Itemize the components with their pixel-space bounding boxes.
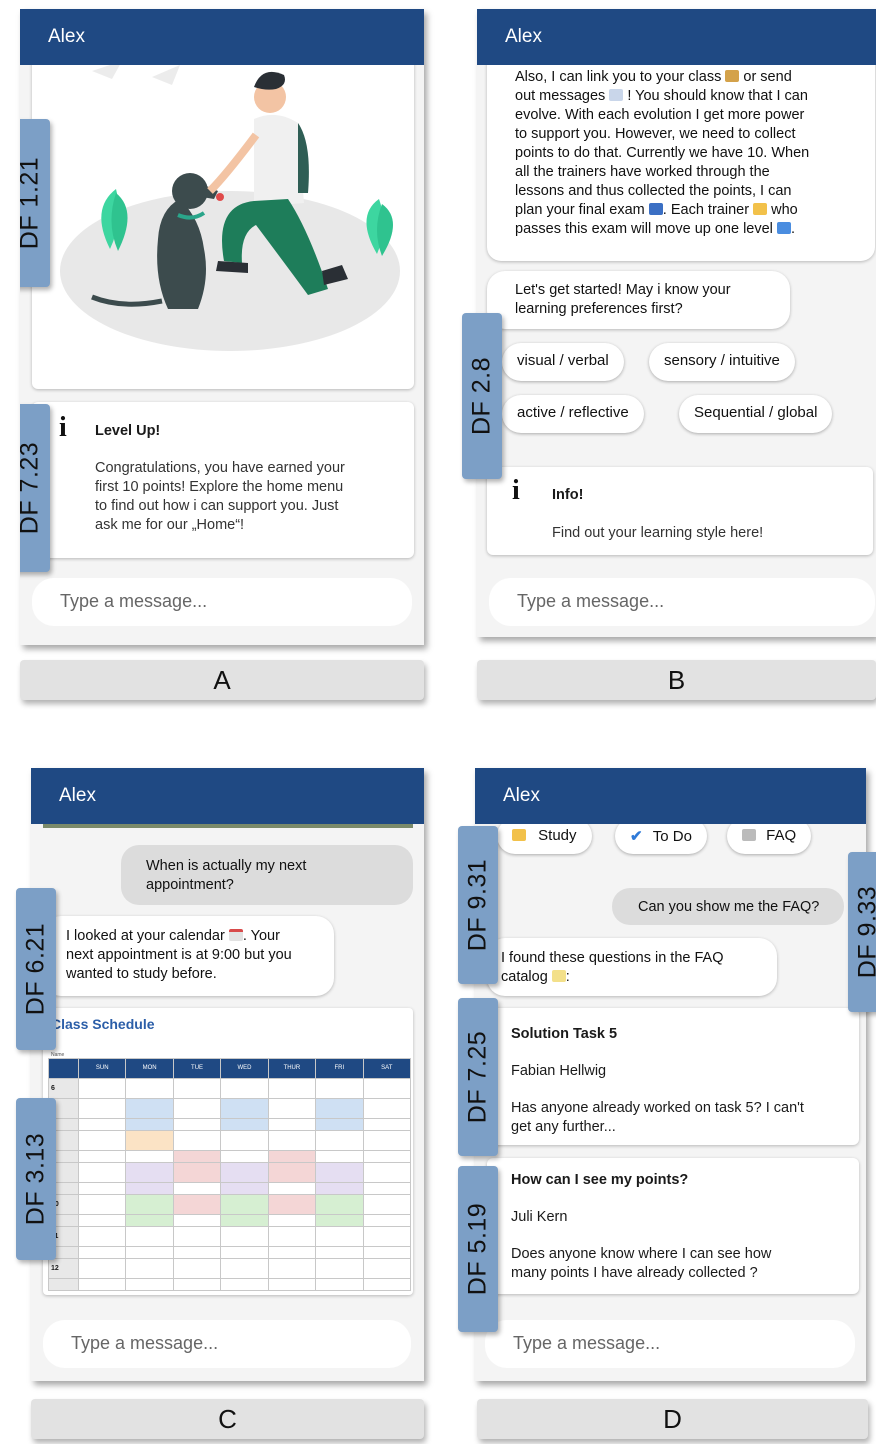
panel-label: D [477, 1399, 868, 1439]
info-icon: i [59, 412, 67, 443]
card-line: to find out how i can support you. Just [95, 498, 339, 514]
graduate-icon [725, 70, 740, 82]
calendar-icon [228, 929, 243, 941]
checkmark-icon: ✔ [630, 828, 643, 845]
df-tag: DF 2.8 [462, 313, 502, 479]
message-input[interactable]: Type a message... [43, 1320, 411, 1368]
user-message: Can you show me the FAQ? [612, 888, 844, 925]
schedule-card: Class Schedule Name SUN MON TUE WED THUR… [43, 1008, 413, 1295]
chip-sequential-global[interactable]: Sequential / global [679, 395, 833, 433]
info-card: i Info! Find out your learning style her… [487, 467, 873, 555]
learning-style-link[interactable]: Find out your learning style here! [552, 524, 763, 543]
message-input[interactable]: Type a message... [485, 1320, 855, 1368]
card-title: Level Up! [95, 423, 161, 439]
chip-active-reflective[interactable]: active / reflective [502, 395, 644, 433]
message-input[interactable]: Type a message... [32, 578, 412, 626]
df-tag: DF 9.33 [848, 852, 876, 1012]
runner-icon [753, 203, 768, 215]
illustration-card [32, 39, 414, 389]
df-tag: DF 7.23 [20, 404, 50, 572]
trainer-with-dog-illustration [60, 61, 400, 351]
chat-panel-b: Alex Also, I can link you to your class … [477, 9, 876, 637]
panel-label: C [31, 1399, 424, 1439]
user-message: When is actually my next appointment? [121, 845, 413, 905]
df-tag: DF 9.31 [458, 826, 498, 984]
card-line: Congratulations, you have earned your [95, 460, 345, 476]
faq-card[interactable]: How can I see my points? Juli Kern Does … [487, 1158, 859, 1294]
message-input[interactable]: Type a message... [489, 578, 875, 626]
chat-header: Alex [20, 9, 424, 65]
speech-bubbles-icon [742, 829, 756, 841]
runner-icon [512, 829, 526, 841]
bot-message: Also, I can link you to your class or se… [487, 39, 875, 261]
faq-card[interactable]: Solution Task 5 Fabian Hellwig Has anyon… [487, 1008, 859, 1145]
bot-message: I looked at your calendar . Your next ap… [43, 916, 334, 996]
schedule-title: Class Schedule [51, 1016, 155, 1032]
class-schedule-table: SUN MON TUE WED THUR FRI SAT 6 7 8 9 10 … [48, 1058, 412, 1291]
chip-sensory-intuitive[interactable]: sensory / intuitive [649, 343, 795, 381]
envelope-icon [609, 89, 624, 101]
memo-icon [551, 970, 566, 982]
info-icon: i [512, 475, 520, 506]
bot-message: I found these questions in the FAQ catal… [487, 938, 777, 996]
df-tag: DF 6.21 [16, 888, 56, 1050]
df-tag: DF 1.21 [20, 119, 50, 287]
chat-panel-a: Alex DF 1.21 i Level Up! Congratulations… [20, 9, 424, 645]
up-icon [776, 222, 791, 234]
panel-label: B [477, 660, 876, 700]
panel-label: A [20, 660, 424, 700]
bot-message: Let's get started! May i know your learn… [487, 271, 790, 329]
df-tag: DF 5.19 [458, 1166, 498, 1332]
card-line: first 10 points! Explore the home menu [95, 479, 344, 495]
card-line: ask me for our „Home“! [95, 517, 245, 533]
chat-panel-c: Alex When is actually my next appointmen… [31, 768, 424, 1381]
df-tag: DF 3.13 [16, 1098, 56, 1260]
level-up-card: i Level Up! Congratulations, you have ea… [32, 402, 414, 558]
book-icon [648, 203, 663, 215]
chat-header: Alex [475, 768, 866, 824]
chat-panel-d: Alex Study ✔ To Do FAQ Can you show me t… [475, 768, 866, 1381]
chat-header: Alex [31, 768, 424, 824]
df-tag: DF 7.25 [458, 998, 498, 1156]
chip-visual-verbal[interactable]: visual / verbal [502, 343, 624, 381]
chat-header: Alex [477, 9, 876, 65]
